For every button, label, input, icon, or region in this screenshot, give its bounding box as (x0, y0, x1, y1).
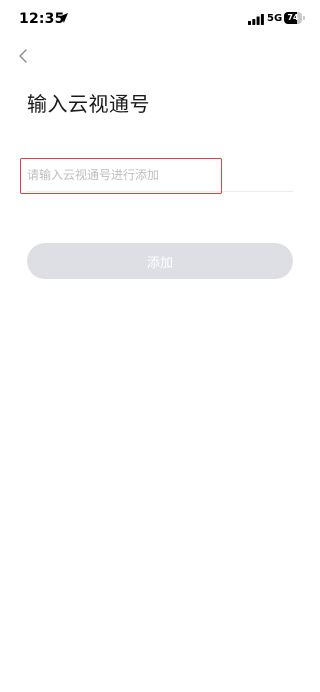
battery-indicator: 74 (284, 12, 306, 24)
cellular-signal-icon (248, 14, 264, 25)
device-id-input[interactable] (27, 163, 217, 187)
location-arrow-icon (58, 13, 68, 23)
status-bar: 12:35 5G 74 (0, 0, 320, 40)
add-button[interactable]: 添加 (27, 243, 293, 279)
id-input-highlight (20, 158, 222, 194)
battery-percent: 74 (287, 13, 299, 22)
page-title: 输入云视通号 (27, 92, 150, 116)
chevron-left-icon[interactable] (12, 44, 36, 68)
network-type: 5G (267, 13, 283, 24)
